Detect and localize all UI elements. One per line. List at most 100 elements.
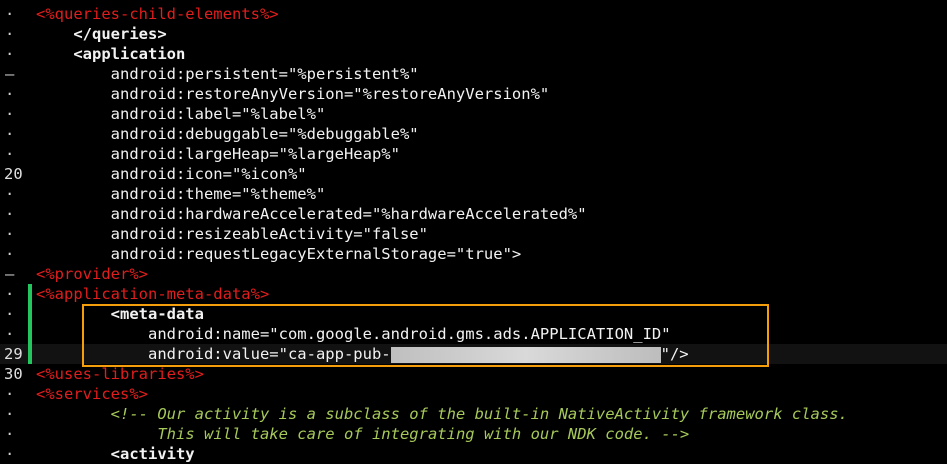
code-line[interactable]: 30 <%uses-libraries%> <box>0 364 947 384</box>
line-number: · <box>5 445 15 463</box>
line-number: · <box>5 285 15 303</box>
line-number: · <box>5 125 15 143</box>
code-text: android:hardwareAccelerated="%hardwareAc… <box>36 204 587 224</box>
code-text: <%provider%> <box>36 264 148 284</box>
line-number: 30 <box>4 365 23 383</box>
code-token: </queries> <box>73 25 167 43</box>
line-number: 20 <box>4 165 23 183</box>
code-text: android:theme="%theme%" <box>36 184 326 204</box>
code-token: <activity <box>110 445 195 463</box>
modified-line-marker <box>28 304 32 324</box>
code-line[interactable]: · <%services%> <box>0 384 947 404</box>
code-line[interactable]: · <meta-data <box>0 304 947 324</box>
code-token: android:requestLegacyExternalStorage="tr… <box>110 245 522 263</box>
line-number: · <box>5 305 15 323</box>
code-line[interactable]: · <%application-meta-data%> <box>0 284 947 304</box>
line-number: · <box>5 85 15 103</box>
modified-line-marker <box>28 284 32 304</box>
code-line[interactable]: · android:largeHeap="%largeHeap%" <box>0 144 947 164</box>
line-number: – <box>5 265 15 283</box>
code-text: android:name="com.google.android.gms.ads… <box>36 324 671 344</box>
modified-line-marker <box>28 344 32 364</box>
code-text: android:resizeableActivity="false" <box>36 224 428 244</box>
code-text: android:restoreAnyVersion="%restoreAnyVe… <box>36 84 550 104</box>
code-line[interactable]: · android:requestLegacyExternalStorage="… <box>0 244 947 264</box>
code-text: <%uses-libraries%> <box>36 364 204 384</box>
code-line[interactable]: · android:hardwareAccelerated="%hardware… <box>0 204 947 224</box>
code-text: <%services%> <box>36 384 148 404</box>
code-line[interactable]: · </queries> <box>0 24 947 44</box>
line-number: · <box>5 145 15 163</box>
redacted-value <box>390 346 661 363</box>
line-number: · <box>5 245 15 263</box>
line-number: 29 <box>4 345 23 363</box>
code-line[interactable]: · <%queries-child-elements%> <box>0 4 947 24</box>
code-text: <%application-meta-data%> <box>36 284 269 304</box>
line-number: · <box>5 185 15 203</box>
code-token: <meta-data <box>110 305 204 323</box>
code-token: <%application-meta-data%> <box>36 285 270 303</box>
line-number: · <box>5 425 15 443</box>
code-line[interactable]: 20 android:icon="%icon%" <box>0 164 947 184</box>
code-line[interactable]: – <%provider%> <box>0 264 947 284</box>
line-number: · <box>5 45 15 63</box>
code-line[interactable]: · <application <box>0 44 947 64</box>
code-line[interactable]: · android:restoreAnyVersion="%restoreAny… <box>0 84 947 104</box>
code-token: <%queries-child-elements%> <box>36 5 279 23</box>
code-line[interactable]: · <activity <box>0 444 947 464</box>
code-editor[interactable]: · <%queries-child-elements%> · </queries> ·… <box>0 0 947 463</box>
code-token: <!-- Our activity is a subclass of the b… <box>110 405 848 423</box>
code-line[interactable]: 29 android:value="ca-app-pub- "/> <box>0 344 947 364</box>
code-line[interactable]: · android:resizeableActivity="false" <box>0 224 947 244</box>
code-text: <meta-data <box>36 304 204 324</box>
line-number: · <box>5 225 15 243</box>
line-number: · <box>5 25 15 43</box>
line-number: – <box>5 65 15 83</box>
code-text: android:label="%label%" <box>36 104 326 124</box>
code-token: android:debuggable="%debuggable%" <box>110 125 419 143</box>
line-number: · <box>5 405 15 423</box>
code-line[interactable]: · This will take care of integrating wit… <box>0 424 947 444</box>
code-text: android:persistent="%persistent%" <box>36 64 419 84</box>
line-number: · <box>5 105 15 123</box>
code-token: <application <box>73 45 186 63</box>
code-line[interactable]: · android:label="%label%" <box>0 104 947 124</box>
code-text: android:requestLegacyExternalStorage="tr… <box>36 244 522 264</box>
code-line[interactable]: · <!-- Our activity is a subclass of the… <box>0 404 947 424</box>
code-token: <%uses-libraries%> <box>36 365 204 383</box>
code-token: android:largeHeap="%largeHeap%" <box>110 145 400 163</box>
code-token: android:theme="%theme%" <box>110 185 326 203</box>
code-line[interactable]: · android:theme="%theme%" <box>0 184 947 204</box>
code-text: <%queries-child-elements%> <box>36 4 279 24</box>
line-number: · <box>5 325 15 343</box>
code-line[interactable]: · android:name="com.google.android.gms.a… <box>0 324 947 344</box>
code-token: android:hardwareAccelerated="%hardwareAc… <box>110 205 587 223</box>
code-text: android:icon="%icon%" <box>36 164 307 184</box>
code-line[interactable]: · android:debuggable="%debuggable%" <box>0 124 947 144</box>
code-text: android:largeHeap="%largeHeap%" <box>36 144 400 164</box>
code-token: android:value="ca-app-pub- <box>147 345 391 363</box>
code-text: This will take care of integrating with … <box>36 424 689 444</box>
code-text: <activity <box>36 444 195 464</box>
code-text: android:debuggable="%debuggable%" <box>36 124 419 144</box>
modified-line-marker <box>28 324 32 344</box>
code-token: android:restoreAnyVersion="%restoreAnyVe… <box>110 85 550 103</box>
code-line[interactable]: – android:persistent="%persistent%" <box>0 64 947 84</box>
code-text: android:value="ca-app-pub- "/> <box>36 344 689 364</box>
